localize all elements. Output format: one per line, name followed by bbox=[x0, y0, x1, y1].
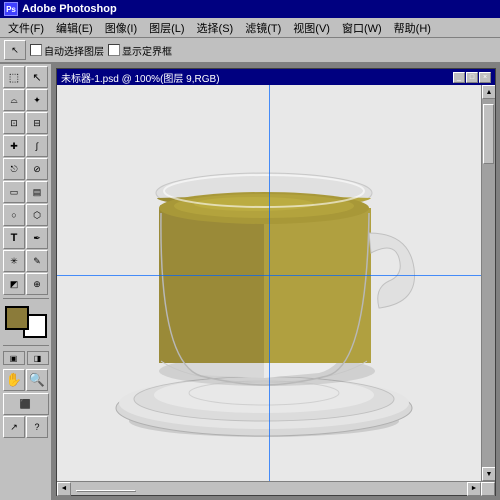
tool-row-2: ⌓ ✦ bbox=[3, 89, 48, 111]
shape-tool[interactable]: ✳ bbox=[3, 250, 25, 272]
quick-mask-row: ▣ ◨ bbox=[3, 351, 49, 365]
menu-file[interactable]: 文件(F) bbox=[2, 18, 50, 38]
tool-row-8: T ✒ bbox=[3, 227, 48, 249]
tool-row-7: ○ ⬡ bbox=[3, 204, 48, 226]
menu-help[interactable]: 帮助(H) bbox=[388, 18, 437, 38]
help-btn[interactable]: ? bbox=[26, 416, 48, 438]
menu-window[interactable]: 窗口(W) bbox=[336, 18, 388, 38]
marquee-tool[interactable]: ⬚ bbox=[3, 66, 25, 88]
tool-row-5: ⎋ ⊘ bbox=[3, 158, 48, 180]
scroll-left-btn[interactable]: ◄ bbox=[57, 482, 71, 496]
scroll-thumb-h[interactable] bbox=[76, 490, 136, 492]
show-bounds-checkbox[interactable] bbox=[108, 44, 120, 56]
toolbox: ⬚ ↖ ⌓ ✦ ⊡ ⊟ ✚ ∫ ⎋ ⊘ ▭ ▤ ○ ⬡ T ✒ bbox=[0, 64, 52, 500]
slice-tool[interactable]: ⊟ bbox=[26, 112, 48, 134]
history-tool[interactable]: ⊘ bbox=[26, 158, 48, 180]
scrollbar-vertical[interactable]: ▲ ▼ bbox=[481, 85, 495, 481]
scroll-right-btn[interactable]: ► bbox=[467, 482, 481, 496]
document-close-btn[interactable]: × bbox=[479, 72, 491, 83]
auto-select-checkbox[interactable] bbox=[30, 44, 42, 56]
document-inner: ▲ ▼ bbox=[57, 85, 495, 481]
tool-row-3: ⊡ ⊟ bbox=[3, 112, 48, 134]
show-bounds-check[interactable]: 显示定界框 bbox=[108, 43, 172, 58]
screen-mode-btn[interactable]: ⬛ bbox=[3, 393, 49, 415]
app-icon: Ps bbox=[4, 2, 18, 16]
document-maximize-btn[interactable]: □ bbox=[466, 72, 478, 83]
cup-container bbox=[99, 113, 439, 453]
show-bounds-label: 显示定界框 bbox=[122, 43, 172, 58]
canvas-area: 未标器-1.psd @ 100%(图层 9,RGB) _ □ × bbox=[52, 64, 500, 500]
color-swatches[interactable] bbox=[3, 304, 49, 340]
measure-tool[interactable]: ⊕ bbox=[26, 273, 48, 295]
jump-btn[interactable]: ↗ bbox=[3, 416, 25, 438]
notes-tool[interactable]: ✎ bbox=[26, 250, 48, 272]
title-bar: Ps Adobe Photoshop bbox=[0, 0, 500, 18]
pen-tool[interactable]: ✒ bbox=[26, 227, 48, 249]
tool-row-6: ▭ ▤ bbox=[3, 181, 48, 203]
document-title: 未标器-1.psd @ 100%(图层 9,RGB) bbox=[61, 70, 220, 85]
normal-mode-btn[interactable]: ▣ bbox=[3, 351, 25, 365]
gradient-tool[interactable]: ▤ bbox=[26, 181, 48, 203]
scroll-corner bbox=[481, 482, 495, 496]
scrollbar-horizontal[interactable]: ◄ ► bbox=[57, 481, 495, 495]
eyedropper-tool[interactable]: ◩ bbox=[3, 273, 25, 295]
clone-tool[interactable]: ⎋ bbox=[3, 158, 25, 180]
document-window-controls: _ □ × bbox=[453, 72, 491, 83]
lasso-tool[interactable]: ⌓ bbox=[3, 89, 25, 111]
crop-tool[interactable]: ⊡ bbox=[3, 112, 25, 134]
menu-filter[interactable]: 滤镜(T) bbox=[239, 18, 287, 38]
menu-edit[interactable]: 编辑(E) bbox=[50, 18, 99, 38]
tool-row-4: ✚ ∫ bbox=[3, 135, 48, 157]
tool-separator-1 bbox=[3, 298, 49, 299]
tool-row-9: ✳ ✎ bbox=[3, 250, 48, 272]
view-row: ✋ 🔍 bbox=[3, 369, 48, 391]
magic-wand-tool[interactable]: ✦ bbox=[26, 89, 48, 111]
auto-select-check[interactable]: 自动选择图层 bbox=[30, 43, 104, 58]
tool-separator-2 bbox=[3, 345, 49, 346]
eraser-tool[interactable]: ▭ bbox=[3, 181, 25, 203]
document-titlebar: 未标器-1.psd @ 100%(图层 9,RGB) _ □ × bbox=[57, 69, 495, 85]
heal-tool[interactable]: ✚ bbox=[3, 135, 25, 157]
document-window: 未标器-1.psd @ 100%(图层 9,RGB) _ □ × bbox=[56, 68, 496, 496]
zoom-tool[interactable]: 🔍 bbox=[26, 369, 48, 391]
quick-mask-btn[interactable]: ◨ bbox=[27, 351, 49, 365]
menu-layer[interactable]: 图层(L) bbox=[143, 18, 190, 38]
scroll-down-btn[interactable]: ▼ bbox=[482, 467, 495, 481]
main-area: ⬚ ↖ ⌓ ✦ ⊡ ⊟ ✚ ∫ ⎋ ⊘ ▭ ▤ ○ ⬡ T ✒ bbox=[0, 64, 500, 500]
type-tool[interactable]: T bbox=[3, 227, 25, 249]
path-tool[interactable]: ⬡ bbox=[26, 204, 48, 226]
app-title: Adobe Photoshop bbox=[22, 3, 117, 15]
scroll-up-btn[interactable]: ▲ bbox=[482, 85, 495, 99]
menu-view[interactable]: 视图(V) bbox=[287, 18, 336, 38]
document-minimize-btn[interactable]: _ bbox=[453, 72, 465, 83]
document-canvas[interactable] bbox=[57, 85, 481, 481]
hand-tool[interactable]: ✋ bbox=[3, 369, 25, 391]
move-tool-btn[interactable]: ↖ bbox=[4, 40, 26, 60]
scroll-track-v[interactable] bbox=[482, 99, 495, 467]
cup-svg bbox=[99, 113, 439, 453]
scroll-thumb-v[interactable] bbox=[483, 104, 494, 164]
auto-select-label: 自动选择图层 bbox=[44, 43, 104, 58]
screen-mode-row: ⬛ bbox=[3, 393, 49, 415]
cup-scene bbox=[57, 85, 481, 481]
brush-tool[interactable]: ∫ bbox=[26, 135, 48, 157]
move-tool[interactable]: ↖ bbox=[26, 66, 48, 88]
tool-row-10: ◩ ⊕ bbox=[3, 273, 48, 295]
jump-to-row: ↗ ? bbox=[3, 416, 48, 438]
options-bar: ↖ 自动选择图层 显示定界框 bbox=[0, 38, 500, 64]
dodge-tool[interactable]: ○ bbox=[3, 204, 25, 226]
menu-select[interactable]: 选择(S) bbox=[191, 18, 240, 38]
tool-row-1: ⬚ ↖ bbox=[3, 66, 48, 88]
foreground-color[interactable] bbox=[5, 306, 29, 330]
menu-bar: 文件(F) 编辑(E) 图像(I) 图层(L) 选择(S) 滤镜(T) 视图(V… bbox=[0, 18, 500, 38]
menu-image[interactable]: 图像(I) bbox=[99, 18, 143, 38]
